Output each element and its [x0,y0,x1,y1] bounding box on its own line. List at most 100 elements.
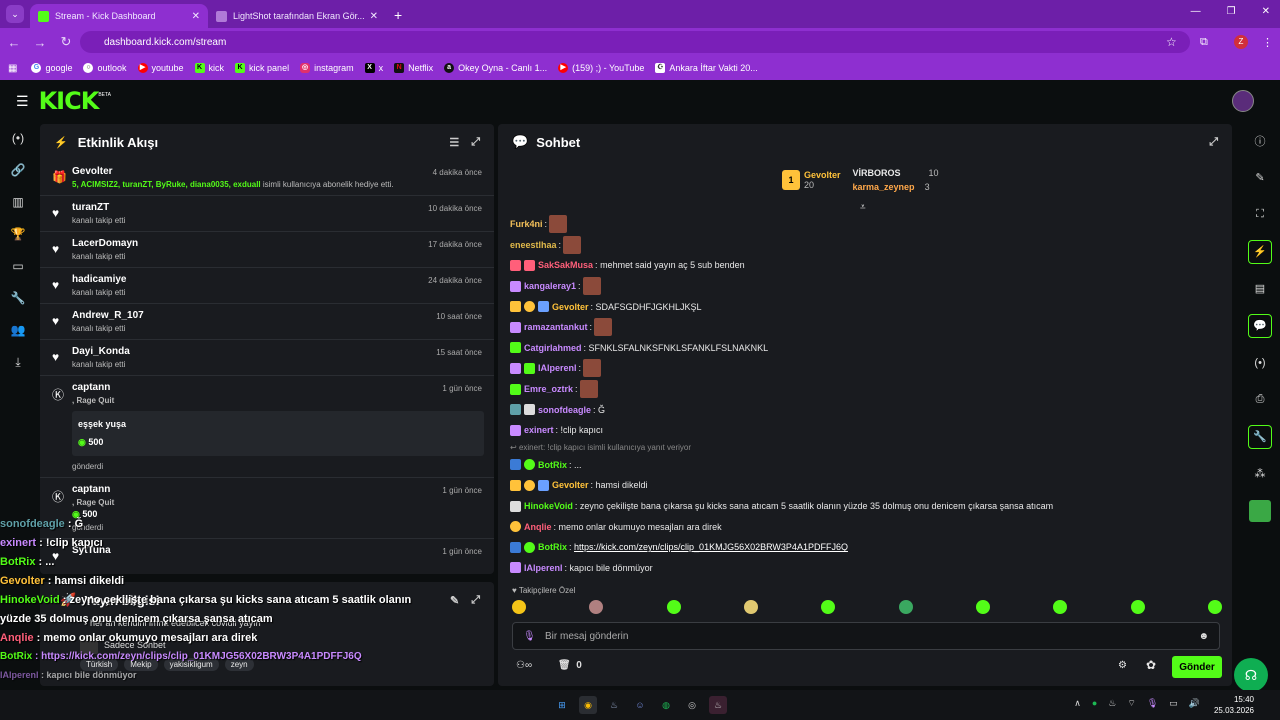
chat-toggle-icon[interactable]: 💬 [1240,307,1280,344]
close-tab-icon[interactable]: ✕ [192,11,200,22]
hamburger-menu-icon[interactable]: ☰ [16,93,29,110]
tab-search-button[interactable]: ⌄ [6,5,24,23]
tray-volume-icon[interactable]: 🔊 [1189,698,1200,709]
bookmark-youtube[interactable]: ▶ youtube [137,63,184,73]
event-name[interactable]: captann [72,382,484,393]
minimize-icon[interactable]: — [1191,6,1201,17]
event-name[interactable]: Dayi_Konda [72,346,484,357]
emote-icon[interactable] [743,600,758,614]
system-tray: ∧ ● ♨ ⌔ 🎙 ▭ 🔊 [1074,698,1200,709]
emote-icon[interactable] [821,600,836,614]
bookmark-kick-panel[interactable]: Kkick panel [235,63,289,73]
discord-icon[interactable]: ☺ [631,696,649,714]
chat-input[interactable]: 🎙 Bir mesaj gönderin ☻ [512,622,1220,650]
filter-icon[interactable]: ☰ [449,136,459,149]
clip-link[interactable]: https://kick.com/zeyn/clips/clip_01KMJG5… [574,542,848,552]
tray-mic-icon[interactable]: 🎙 [1147,698,1158,709]
video-icon[interactable]: ▭ [0,250,36,282]
close-window-icon[interactable]: ✕ [1262,6,1270,17]
app-circle-icon[interactable]: ◎ [683,696,701,714]
chat-message: BotRix: ... [510,455,1228,476]
forward-icon[interactable]: → [28,35,52,50]
info-icon[interactable]: ⓘ [1240,122,1280,159]
emote-picker-icon[interactable]: ✿ [1146,658,1156,672]
reload-icon[interactable]: ↻ [54,34,78,50]
kick-gift-counter[interactable]: 🗑 0 [558,660,582,671]
broadcast-icon[interactable]: (•) [1240,344,1280,381]
group-icon[interactable]: ⁂ [1240,455,1280,492]
tab-kick-dashboard[interactable]: Stream - Kick Dashboard ✕ [30,4,208,28]
emote-icon[interactable] [975,600,990,614]
emote-icon[interactable] [1053,600,1068,614]
event-name[interactable]: Andrew_R_107 [72,310,484,321]
users-icon[interactable]: 👥 [0,314,36,346]
printer-icon[interactable]: ⎙ [1240,381,1280,418]
fullscreen-icon[interactable]: ⛶ [1240,196,1280,233]
bookmark-okey[interactable]: a Okey Oyna - Canlı 1... [444,63,547,73]
emote-icon[interactable] [666,600,681,614]
emote-icon[interactable] [512,600,526,614]
tray-network-icon[interactable]: ▭ [1169,698,1178,709]
spotify-icon[interactable]: ◍ [657,696,675,714]
user-avatar[interactable] [1232,90,1254,112]
notes-icon[interactable]: ▤ [1240,270,1280,307]
mic-icon[interactable]: 🎙 [523,631,536,642]
send-button[interactable]: Gönder [1172,656,1222,678]
emote-icon[interactable] [1130,600,1145,614]
pencil-icon[interactable]: ✎ [1240,159,1280,196]
kick-logo[interactable]: KICK [39,87,100,115]
tab-lightshot[interactable]: LightShot tarafından Ekran Gör... ✕ [208,4,386,28]
event-name[interactable]: captann [72,484,484,495]
close-tab-icon[interactable]: ✕ [370,11,378,22]
extensions-icon[interactable]: ⧉ [1200,36,1208,49]
bookmark-instagram[interactable]: ◎ instagram [300,63,354,73]
emote-icon[interactable] [898,600,913,614]
wrench-icon[interactable]: 🔧 [0,282,36,314]
tray-wifi-icon[interactable]: ⌔ [1127,698,1135,709]
tray-spotify-icon[interactable]: ● [1092,698,1097,709]
bookmark-ankara[interactable]: ☪ Ankara İftar Vakti 20... [655,63,758,73]
popout-icon[interactable]: ⤢ [1209,136,1218,149]
clock[interactable]: 15:40 25.03.2026 [1214,694,1254,716]
event-name[interactable]: turanZT [72,202,484,213]
link-icon[interactable]: 🔗 [0,154,36,186]
popout-icon[interactable]: ⤢ [471,136,480,149]
lightning-toggle-icon[interactable]: ⚡ [1240,233,1280,270]
steam-active-icon[interactable]: ♨ [709,696,727,714]
url-field[interactable]: dashboard.kick.com/stream [80,31,1190,53]
app-icon[interactable] [1240,492,1280,529]
download-icon[interactable]: ⤓ [0,346,36,378]
emote-icon[interactable] [589,600,604,614]
bookmark-netflix[interactable]: N Netflix [394,63,433,73]
tray-chevron-icon[interactable]: ∧ [1074,698,1081,709]
support-headset-button[interactable]: ☊ [1234,658,1268,692]
event-name[interactable]: hadicamiye [72,274,484,285]
tray-steam-icon[interactable]: ♨ [1108,698,1116,709]
bookmark-outlook[interactable]: ○ outlook [83,63,127,73]
bookmark-star-icon[interactable]: ☆ [1166,35,1177,49]
maximize-icon[interactable]: ❐ [1227,6,1236,17]
bookmark-kick[interactable]: Kkick [194,63,224,73]
menu-dots-icon[interactable]: ⋮ [1262,36,1273,49]
bookmark-x[interactable]: Xx [364,63,383,73]
event-name[interactable]: LacerDomayn [72,238,484,249]
settings-gear-icon[interactable]: ⚙ [1118,660,1127,671]
emoji-icon[interactable]: ☻ [1198,631,1209,642]
new-tab-button[interactable]: + [394,7,402,23]
filter-down-icon[interactable]: ⩡ [860,202,866,213]
apps-grid-icon[interactable]: ▦ [8,63,17,74]
trophy-icon[interactable]: 🏆 [0,218,36,250]
bookmark-google[interactable]: Ggoogle [31,63,72,73]
profile-avatar[interactable]: Z [1234,35,1248,49]
stream-icon[interactable]: (•) [0,122,36,154]
tools-toggle-icon[interactable]: 🔧 [1240,418,1280,455]
event-name[interactable]: Gevolter [72,166,484,177]
emote-icon[interactable] [1207,600,1222,614]
chrome-icon[interactable]: ◉ [579,696,597,714]
back-icon[interactable]: ← [2,35,26,50]
bookmark-youtube-2[interactable]: ▶ (159) ;) - YouTube [558,63,644,73]
kicks-infinity-icon[interactable]: ⚇∞ [516,660,532,671]
windows-start-icon[interactable]: ⊞ [553,696,571,714]
chart-icon[interactable]: ▥ [0,186,36,218]
steam-icon[interactable]: ♨ [605,696,623,714]
